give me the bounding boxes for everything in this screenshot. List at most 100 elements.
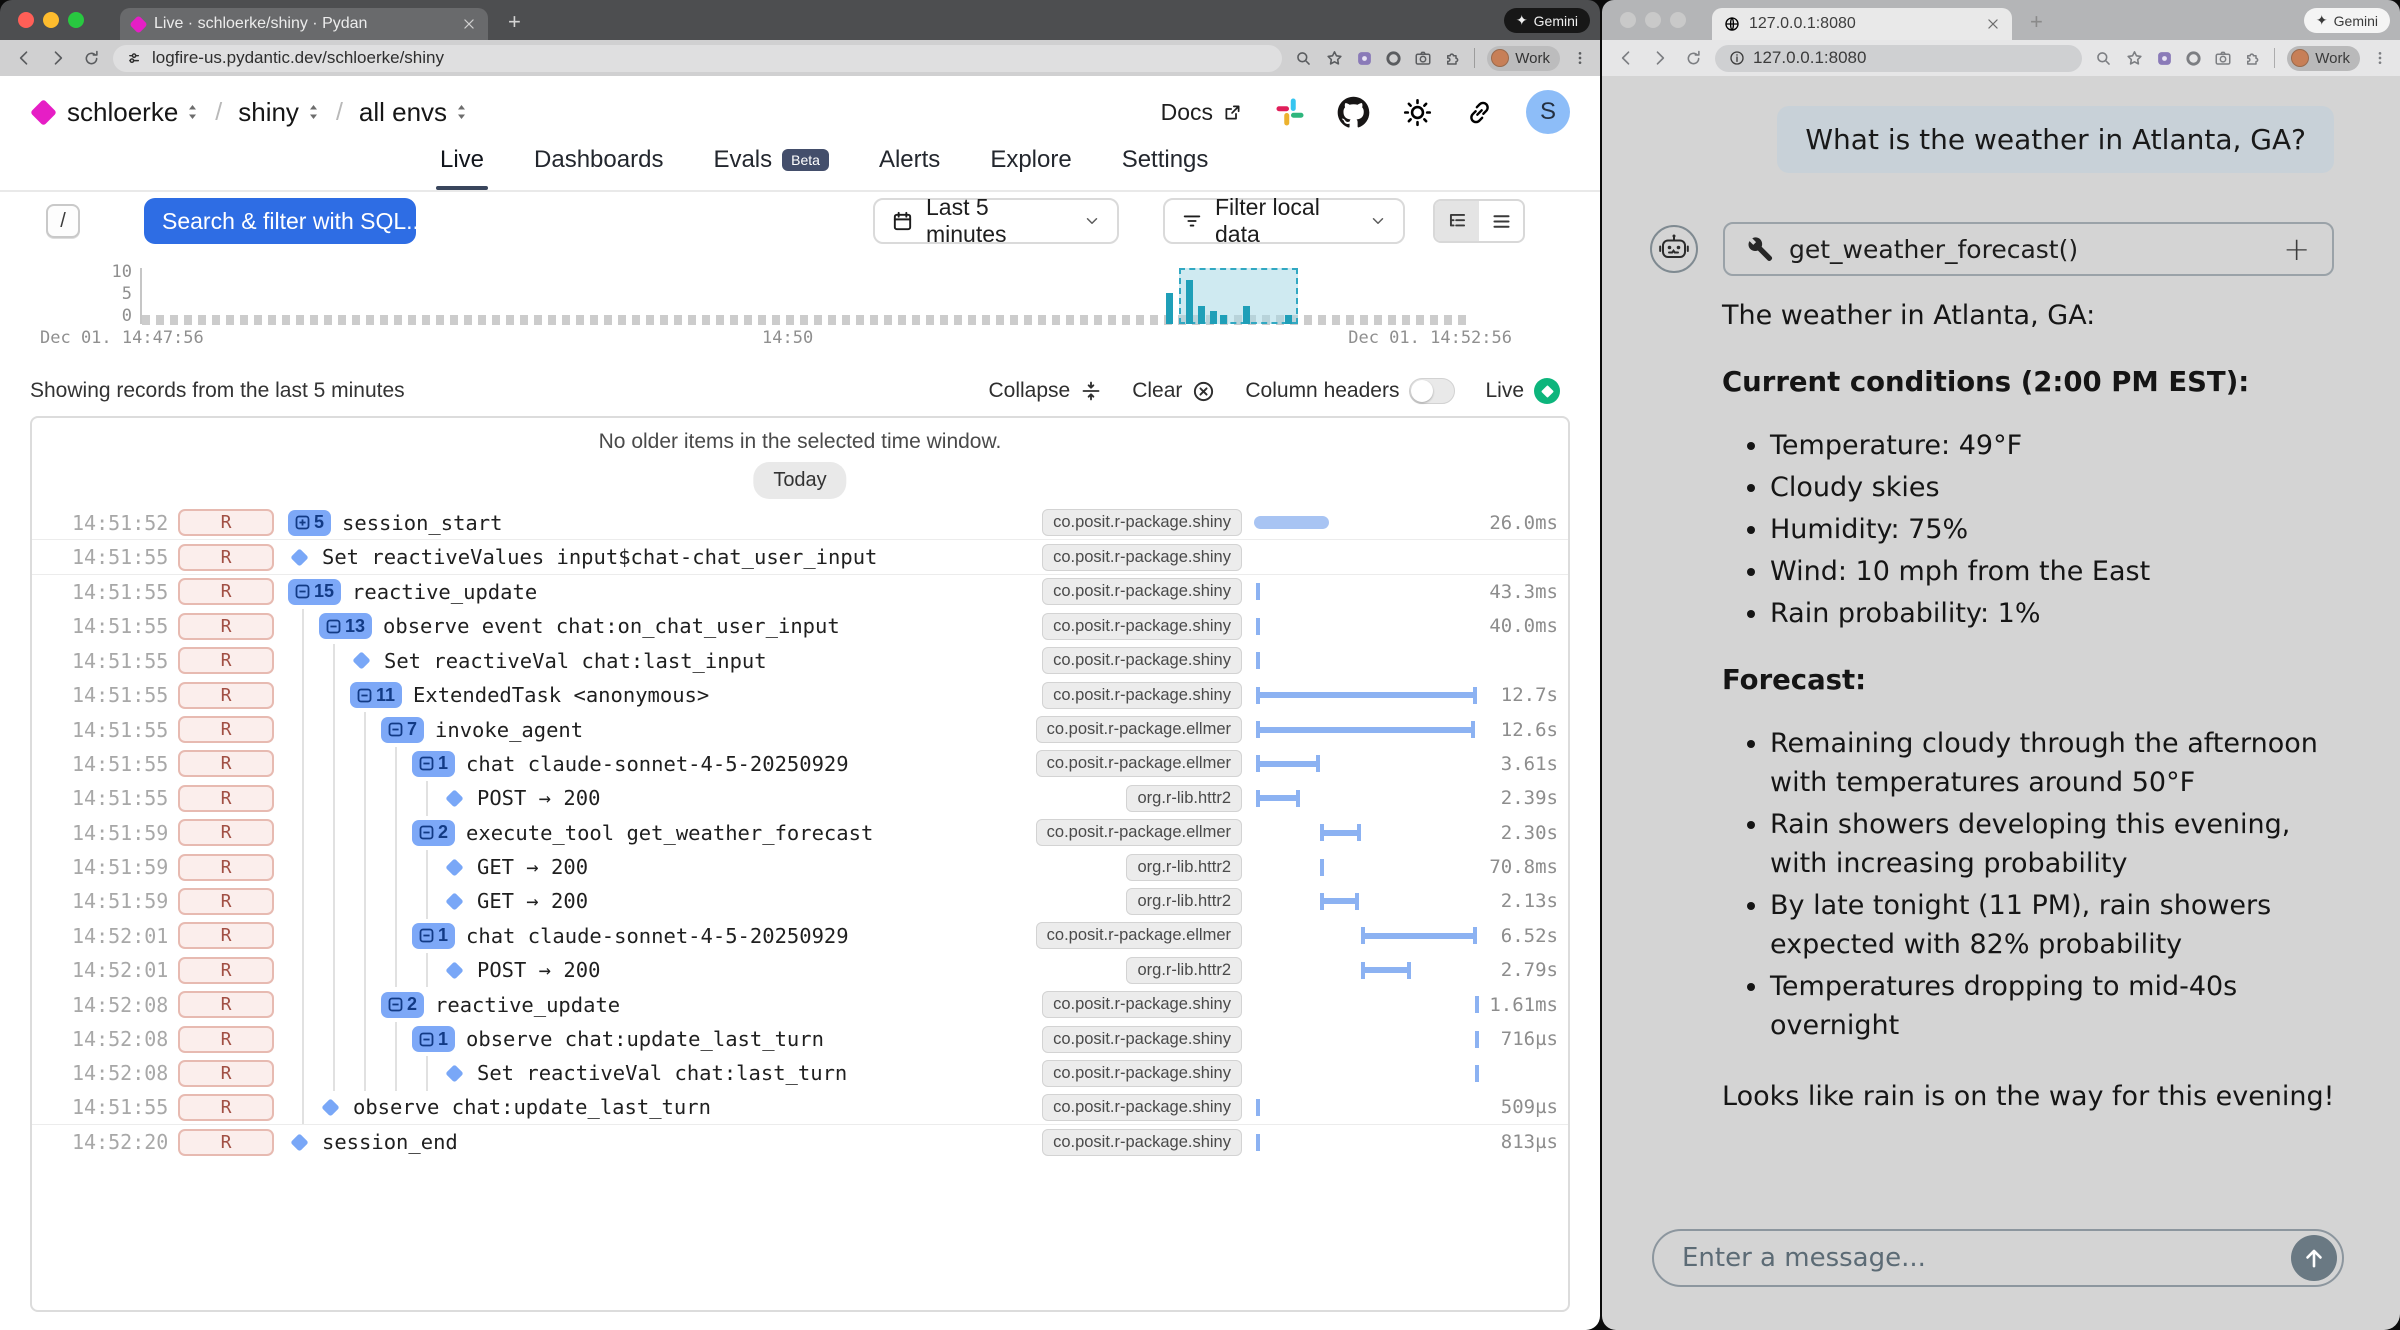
reload-icon[interactable] (1684, 49, 1703, 68)
github-icon[interactable] (1337, 96, 1370, 129)
trace-row[interactable]: 14:51:59R2execute_tool get_weather_forec… (32, 816, 1568, 850)
trace-row[interactable]: 14:51:55RSet reactiveVal chat:last_input… (32, 644, 1568, 678)
expand-toggle[interactable]: 2 (381, 992, 424, 1018)
extension-ring-icon[interactable] (2185, 50, 2202, 67)
expand-toggle[interactable]: 15 (288, 579, 341, 605)
browser-menu-icon[interactable] (1572, 50, 1588, 66)
trace-row[interactable]: 14:51:55R13observe event chat:on_chat_us… (32, 609, 1568, 643)
project-switcher-icon[interactable] (307, 102, 320, 122)
bookmark-icon[interactable] (2125, 49, 2144, 68)
time-selection-region[interactable] (1179, 268, 1298, 324)
browser-tab[interactable]: 127.0.0.1:8080 (1712, 8, 2012, 40)
trace-row[interactable]: 14:51:55R15reactive_updateco.posit.r-pac… (32, 575, 1568, 609)
list-view-button[interactable] (1479, 201, 1523, 241)
gemini-button[interactable]: ✦Gemini (1504, 8, 1590, 33)
trace-row[interactable]: 14:51:55R11ExtendedTask <anonymous>co.po… (32, 678, 1568, 712)
profile-chip[interactable]: Work (2287, 46, 2360, 71)
expand-toggle[interactable]: 5 (288, 510, 331, 536)
trace-row[interactable]: 14:52:08R1observe chat:update_last_turnc… (32, 1022, 1568, 1056)
minimize-window-button[interactable] (43, 12, 59, 28)
trace-row[interactable]: 14:52:01RPOST → 200org.r-lib.httr22.79s (32, 953, 1568, 987)
site-settings-icon[interactable] (127, 50, 144, 67)
tab-settings[interactable]: Settings (1122, 146, 1209, 190)
tab-evals[interactable]: EvalsBeta (713, 146, 829, 190)
message-input[interactable] (1654, 1243, 2291, 1273)
filter-local-data-select[interactable]: Filter local data (1163, 198, 1405, 244)
expand-toggle[interactable]: 1 (412, 751, 455, 777)
expand-toggle[interactable]: 1 (412, 1026, 455, 1052)
time-range-select[interactable]: Last 5 minutes (873, 198, 1119, 244)
maximize-window-button[interactable] (68, 12, 84, 28)
trace-row[interactable]: 14:51:55RSet reactiveValues input$chat-c… (32, 540, 1568, 574)
camera-extension-icon[interactable] (1414, 49, 1432, 67)
theme-toggle-icon[interactable] (1402, 97, 1433, 128)
zoom-icon[interactable] (2094, 49, 2113, 68)
address-bar[interactable]: logfire-us.pydantic.dev/schloerke/shiny (113, 45, 1282, 72)
trace-row[interactable]: 14:51:55RPOST → 200org.r-lib.httr22.39s (32, 781, 1568, 815)
extension-ring-icon[interactable] (1385, 50, 1402, 67)
tab-dashboards[interactable]: Dashboards (534, 146, 663, 190)
tool-expand-button[interactable]: + (2283, 233, 2310, 265)
window-controls[interactable] (18, 12, 84, 28)
docs-link[interactable]: Docs (1161, 99, 1243, 126)
share-link-icon[interactable] (1465, 98, 1494, 127)
trace-row[interactable]: 14:51:52R5session_startco.posit.r-packag… (32, 506, 1568, 540)
gemini-button[interactable]: ✦Gemini (2304, 8, 2390, 33)
trace-row[interactable]: 14:52:01R1chat claude-sonnet-4-5-2025092… (32, 919, 1568, 953)
trace-row[interactable]: 14:52:08R2reactive_updateco.posit.r-pack… (32, 987, 1568, 1021)
browser-menu-icon[interactable] (2372, 50, 2388, 66)
tab-close-icon[interactable] (1986, 17, 2000, 31)
tab-alerts[interactable]: Alerts (879, 146, 940, 190)
clear-button[interactable]: Clear (1132, 379, 1215, 403)
extensions-icon[interactable] (1444, 49, 1462, 67)
toggle-off[interactable] (1409, 378, 1455, 404)
collapse-button[interactable]: Collapse (988, 379, 1102, 403)
live-indicator[interactable]: Live (1485, 378, 1560, 404)
slack-icon[interactable] (1275, 97, 1305, 127)
expand-toggle[interactable]: 13 (319, 613, 372, 639)
reload-icon[interactable] (82, 49, 101, 68)
trace-row[interactable]: 14:51:59RGET → 200org.r-lib.httr270.8ms (32, 850, 1568, 884)
tab-live[interactable]: Live (440, 146, 484, 190)
address-bar[interactable]: 127.0.0.1:8080 (1715, 45, 2082, 72)
env-switcher-icon[interactable] (455, 102, 468, 122)
tab-explore[interactable]: Explore (990, 146, 1071, 190)
org-switcher-icon[interactable] (186, 102, 199, 122)
minimize-window-button[interactable] (1645, 12, 1661, 28)
trace-row[interactable]: 14:52:08RSet reactiveVal chat:last_turnc… (32, 1056, 1568, 1090)
new-tab-button[interactable]: + (2030, 11, 2043, 33)
new-tab-button[interactable]: + (508, 11, 521, 33)
forward-icon[interactable] (48, 48, 68, 68)
camera-extension-icon[interactable] (2214, 49, 2232, 67)
zoom-icon[interactable] (1294, 49, 1313, 68)
breadcrumb-project[interactable]: shiny (238, 97, 320, 128)
breadcrumb-org[interactable]: schloerke (67, 97, 199, 128)
back-icon[interactable] (14, 48, 34, 68)
search-input[interactable]: Search & filter with SQL... (144, 198, 416, 244)
tool-call-card[interactable]: get_weather_forecast() + (1723, 222, 2334, 276)
site-info-icon[interactable] (1729, 50, 1745, 66)
send-button[interactable] (2291, 1235, 2337, 1281)
extension-icon[interactable] (1356, 50, 1373, 67)
chart-plot-area[interactable] (142, 264, 1562, 324)
column-headers-toggle[interactable]: Column headers (1245, 378, 1455, 404)
expand-toggle[interactable]: 2 (412, 820, 455, 846)
bookmark-icon[interactable] (1325, 49, 1344, 68)
trace-row[interactable]: 14:52:20Rsession_endco.posit.r-package.s… (32, 1125, 1568, 1159)
records-timeline-chart[interactable]: 10 5 0 Dec 01. 14:47:56 14:50 Dec 01. 14… (0, 264, 1600, 356)
today-button[interactable]: Today (753, 462, 846, 499)
extension-icon[interactable] (2156, 50, 2173, 67)
trace-row[interactable]: 14:51:55Robserve chat:update_last_turnco… (32, 1091, 1568, 1125)
close-window-button[interactable] (1620, 12, 1636, 28)
trace-row[interactable]: 14:51:55R1chat claude-sonnet-4-5-2025092… (32, 747, 1568, 781)
tree-view-button[interactable] (1435, 201, 1479, 241)
maximize-window-button[interactable] (1670, 12, 1686, 28)
expand-toggle[interactable]: 11 (350, 682, 402, 708)
back-icon[interactable] (1616, 48, 1636, 68)
profile-chip[interactable]: Work (1487, 46, 1560, 71)
browser-tab[interactable]: Live · schloerke/shiny · Pydan (120, 8, 488, 40)
expand-toggle[interactable]: 1 (412, 923, 455, 949)
extensions-icon[interactable] (2244, 49, 2262, 67)
user-avatar[interactable]: S (1526, 90, 1570, 134)
tab-close-icon[interactable] (462, 17, 476, 31)
